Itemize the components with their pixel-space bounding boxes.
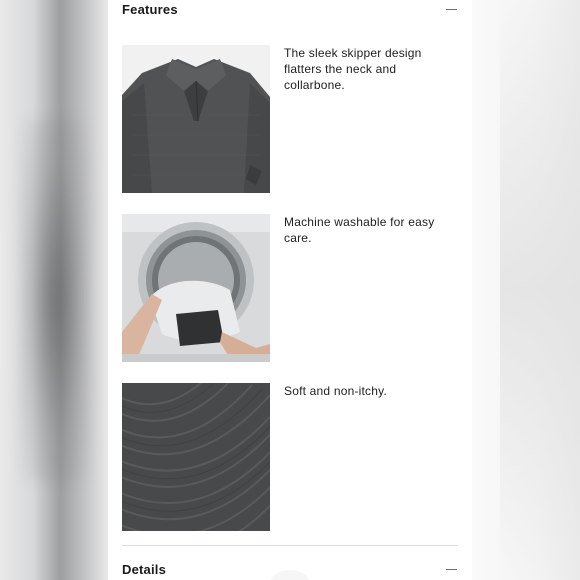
sweater-collar-photo bbox=[122, 45, 270, 193]
features-section-title: Features bbox=[122, 1, 178, 17]
collapse-minus-icon[interactable] bbox=[446, 3, 458, 15]
details-section-title: Details bbox=[122, 561, 167, 577]
product-info-panel: Features The sleek skipper design flatte… bbox=[108, 0, 472, 580]
feature-description: Soft and non-itchy. bbox=[284, 384, 387, 398]
feature-item: The sleek skipper design flatters the ne… bbox=[122, 45, 458, 193]
feature-item: Machine washable for easy care. bbox=[122, 214, 458, 362]
feature-description: Machine washable for easy care. bbox=[284, 215, 435, 245]
feature-description: The sleek skipper design flatters the ne… bbox=[284, 46, 422, 92]
washing-machine-photo bbox=[122, 214, 270, 362]
washing-machine-image bbox=[122, 214, 270, 362]
knit-fabric-image bbox=[122, 383, 270, 531]
feature-item: Soft and non-itchy. bbox=[122, 383, 458, 531]
background-highlight bbox=[500, 0, 580, 580]
collapse-minus-icon[interactable] bbox=[446, 563, 458, 575]
background-shadow bbox=[20, 120, 90, 480]
features-section-header[interactable]: Features bbox=[122, 0, 458, 20]
section-divider bbox=[122, 545, 458, 546]
sweater-collar-image bbox=[122, 45, 270, 193]
knit-fabric-photo bbox=[122, 383, 270, 531]
